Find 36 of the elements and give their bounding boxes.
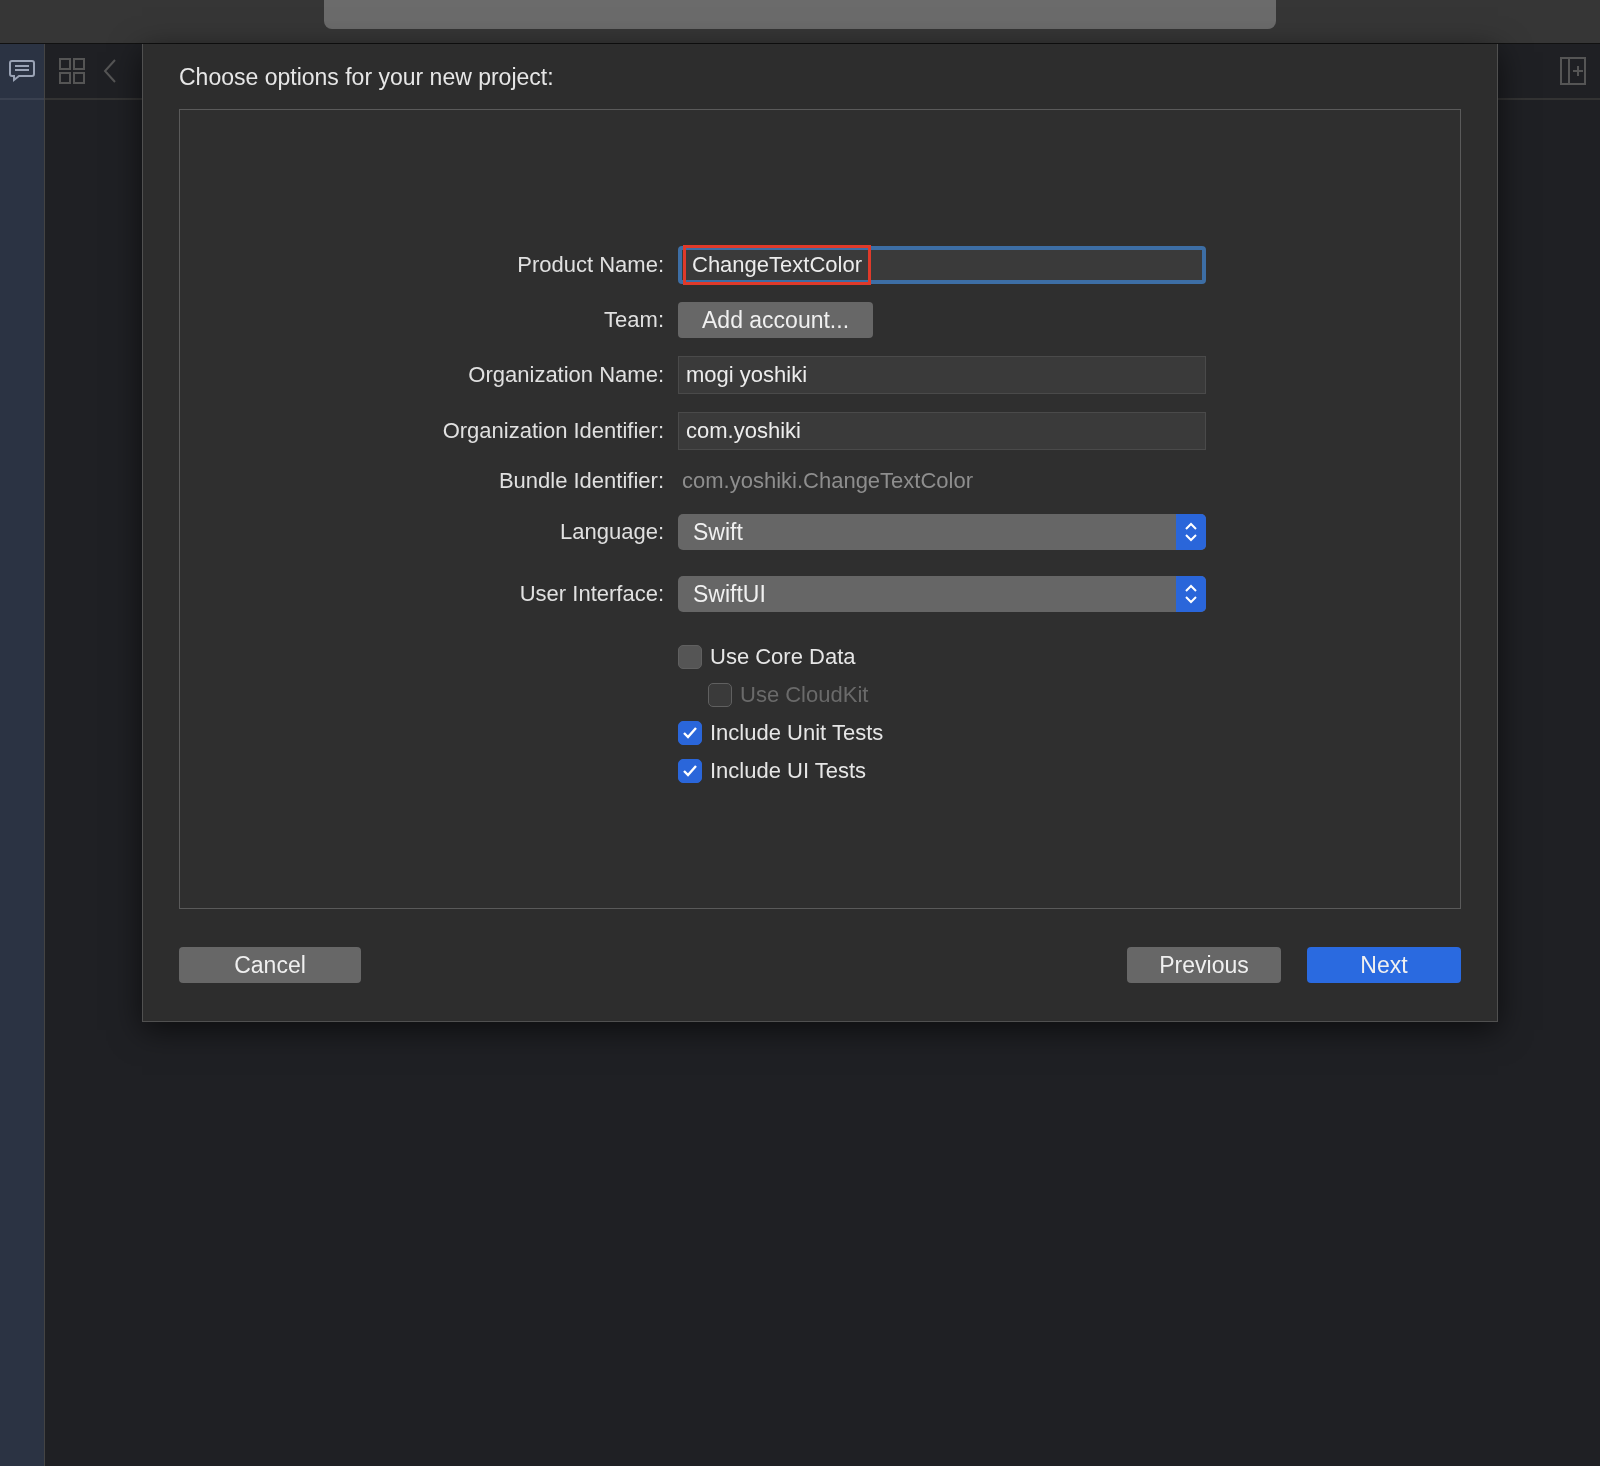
checkbox-label: Use CloudKit (740, 682, 869, 708)
dialog-button[interactable]: Previous (1127, 947, 1281, 983)
dialog-button[interactable]: Next (1307, 947, 1461, 983)
text-field[interactable]: com.yoshiki (678, 412, 1206, 450)
field-label: Language: (560, 519, 664, 545)
field-label: Team: (604, 307, 664, 333)
highlighted-value: ChangeTextColor (683, 245, 871, 285)
popup-button[interactable]: SwiftUI (678, 576, 1206, 612)
field-label: Bundle Identifier: (498, 468, 664, 494)
field-label: Product Name: (517, 252, 664, 278)
bundle-identifier-value: com.yoshiki.ChangeTextColor (681, 468, 975, 494)
checkbox-label: Include UI Tests (710, 758, 867, 784)
checkbox-label: Use Core Data (710, 644, 856, 670)
chevron-up-down-icon (1184, 520, 1198, 544)
checkmark-icon (682, 726, 698, 740)
checkbox-label: Include Unit Tests (710, 720, 884, 746)
checkbox[interactable] (678, 721, 702, 745)
field-label: Organization Identifier: (442, 418, 664, 444)
back-chevron-icon[interactable] (103, 58, 117, 84)
add-account-button[interactable]: Add account... (678, 302, 874, 338)
dialog-button[interactable]: Cancel (179, 947, 361, 983)
checkbox[interactable] (678, 645, 702, 669)
grid-icon[interactable] (59, 58, 85, 84)
checkmark-icon (682, 764, 698, 778)
field-label: Organization Name: (468, 362, 664, 388)
text-field[interactable]: ChangeTextColor (678, 246, 1206, 284)
comment-icon[interactable] (9, 59, 35, 83)
text-field[interactable]: mogi yoshiki (678, 356, 1206, 394)
chevron-up-down-icon (1184, 582, 1198, 606)
dialog-title: Choose options for your new project: (179, 64, 555, 91)
checkbox[interactable] (678, 759, 702, 783)
field-value: mogi yoshiki (686, 362, 808, 388)
field-label: User Interface: (519, 581, 664, 607)
popup-button[interactable]: Swift (678, 514, 1206, 550)
field-value: com.yoshiki (686, 418, 801, 444)
add-editor-icon[interactable] (1560, 57, 1586, 85)
